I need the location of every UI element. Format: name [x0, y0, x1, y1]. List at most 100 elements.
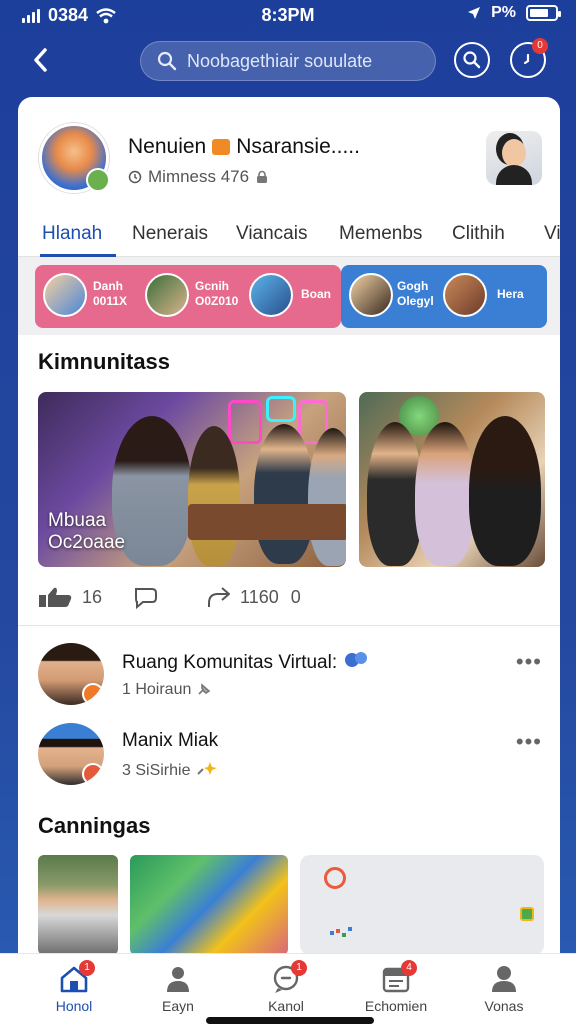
battery-icon — [526, 5, 561, 21]
avatar-status-icon — [82, 683, 104, 705]
neon-sign — [266, 396, 296, 422]
stories-group-pink[interactable]: Danh 0011X Gcnih O0Z010 Boan — [35, 265, 341, 328]
notification-badge: 0 — [532, 38, 548, 54]
campaign-dots — [330, 931, 334, 935]
group-members: Mimness 476 — [128, 167, 269, 187]
story-label: Hera — [497, 287, 524, 301]
group-card: Nenuien Nsaransie..... Mimness 476 Hlanah… — [18, 97, 560, 1024]
story-label: Boan — [301, 287, 331, 301]
search-button[interactable] — [454, 42, 490, 78]
photo-person — [469, 416, 541, 566]
comment-icon[interactable] — [132, 585, 160, 609]
story-label: Gcnih O0Z010 — [195, 279, 239, 308]
tab-home[interactable]: Hlanah — [42, 223, 102, 245]
bottom-nav: 1 Honol Eayn 1 Kanol 4 Echomien Vonas — [0, 953, 576, 1024]
admin-body — [496, 165, 532, 185]
campaign-icon — [324, 867, 346, 889]
more-options-button[interactable]: ••• — [516, 649, 542, 675]
pin-icon — [198, 683, 211, 695]
nav-badge: 4 — [401, 960, 417, 976]
nav-label: Eayn — [162, 998, 194, 1014]
campaign-thumbnail[interactable] — [38, 855, 118, 955]
story-avatar[interactable] — [145, 273, 189, 317]
story-avatar[interactable] — [443, 273, 487, 317]
group-name-part2: Nsaransie..... — [236, 135, 360, 158]
nav-badge: 1 — [291, 960, 307, 976]
status-right: P% — [467, 4, 561, 22]
divider — [18, 625, 560, 626]
search-icon — [157, 51, 177, 71]
chat-icon: 1 — [269, 960, 307, 994]
nav-label: Kanol — [268, 998, 304, 1014]
nav-chat[interactable]: 1 Kanol — [236, 960, 336, 1018]
home-icon: 1 — [57, 960, 95, 994]
back-button[interactable] — [30, 46, 60, 76]
network-label: P% — [491, 4, 516, 21]
share-icon[interactable] — [204, 584, 232, 610]
tab-general[interactable]: Nenerais — [132, 223, 208, 245]
stories-group-blue[interactable]: Gogh Olegyl Hera — [341, 265, 547, 328]
neon-sign — [228, 400, 262, 444]
list-avatar — [38, 723, 104, 785]
list-item[interactable]: Ruang Komunitas Virtual: 1 Hoiraun ••• — [18, 643, 560, 713]
photo-table — [188, 504, 346, 540]
campaign-thumbnail-blank[interactable] — [300, 855, 544, 955]
story-avatar[interactable] — [43, 273, 87, 317]
nav-label: Vonas — [484, 998, 524, 1014]
tab-more[interactable]: Vi — [544, 223, 560, 245]
list-item-title: Manix Miak — [122, 730, 219, 751]
group-name: Nenuien Nsaransie..... — [128, 135, 360, 159]
admin-face — [502, 139, 526, 167]
group-avatar[interactable] — [39, 123, 110, 193]
community-photo-main[interactable]: Mbuaa Oc2oaae — [38, 392, 346, 567]
sparkle-icon — [197, 762, 217, 775]
nav-events[interactable]: 4 Echomien — [346, 960, 446, 1018]
search-placeholder: Noobagethiair souulate — [187, 50, 373, 71]
story-avatar[interactable] — [349, 273, 393, 317]
tab-media[interactable]: Clithih — [452, 223, 505, 245]
community-icon — [345, 652, 368, 667]
campaign-badge-icon — [520, 907, 534, 921]
story-label: Danh 0011X — [93, 279, 128, 308]
photo-person — [254, 424, 314, 564]
chevron-left-icon — [34, 48, 47, 72]
more-options-button[interactable]: ••• — [516, 729, 542, 755]
campaign-section-title: Canningas — [38, 813, 151, 838]
list-item[interactable]: Manix Miak 3 SiSirhie ••• — [18, 723, 560, 793]
location-icon — [468, 7, 481, 19]
like-icon[interactable] — [38, 586, 74, 608]
community-photo-secondary[interactable] — [359, 392, 545, 567]
nav-profile[interactable]: Vonas — [454, 962, 554, 1018]
avatar-status-icon — [82, 763, 104, 785]
calendar-icon: 4 — [379, 960, 417, 994]
list-item-subtitle: 1 Hoiraun — [122, 681, 212, 699]
clock-icon — [523, 53, 530, 65]
photo-person — [308, 428, 346, 566]
search-input[interactable]: Noobagethiair souulate — [140, 41, 436, 81]
nav-home[interactable]: 1 Honol — [24, 960, 124, 1018]
avatar-status-icon — [86, 168, 110, 192]
list-item-subtitle: 3 SiSirhie — [122, 761, 217, 780]
campaign-thumbnail[interactable] — [130, 855, 288, 955]
clock-icon — [128, 170, 142, 184]
emoji-icon — [212, 139, 231, 155]
shares-count: 1160 — [240, 586, 279, 607]
tab-members[interactable]: Memenbs — [339, 223, 422, 245]
lock-icon — [257, 170, 268, 183]
admin-thumbnail[interactable] — [486, 131, 542, 185]
post-reactions: 16 1160 0 — [38, 582, 301, 612]
home-indicator — [206, 1017, 374, 1024]
extra-count: 0 — [290, 586, 301, 607]
nav-label: Echomien — [364, 998, 428, 1014]
tab-events[interactable]: Viancais — [236, 223, 307, 245]
profile-icon — [487, 964, 521, 994]
story-label: Gogh Olegyl — [397, 279, 434, 308]
photo-person — [415, 422, 475, 566]
likes-count: 16 — [82, 586, 103, 607]
story-avatar[interactable] — [249, 273, 293, 317]
community-section-title: Kimnunitass — [38, 349, 171, 374]
photo-person — [188, 426, 240, 566]
stories-strip: Danh 0011X Gcnih O0Z010 Boan Gogh Olegyl He… — [18, 257, 560, 335]
notifications-button[interactable]: 0 — [510, 38, 548, 78]
nav-groups[interactable]: Eayn — [128, 962, 228, 1018]
